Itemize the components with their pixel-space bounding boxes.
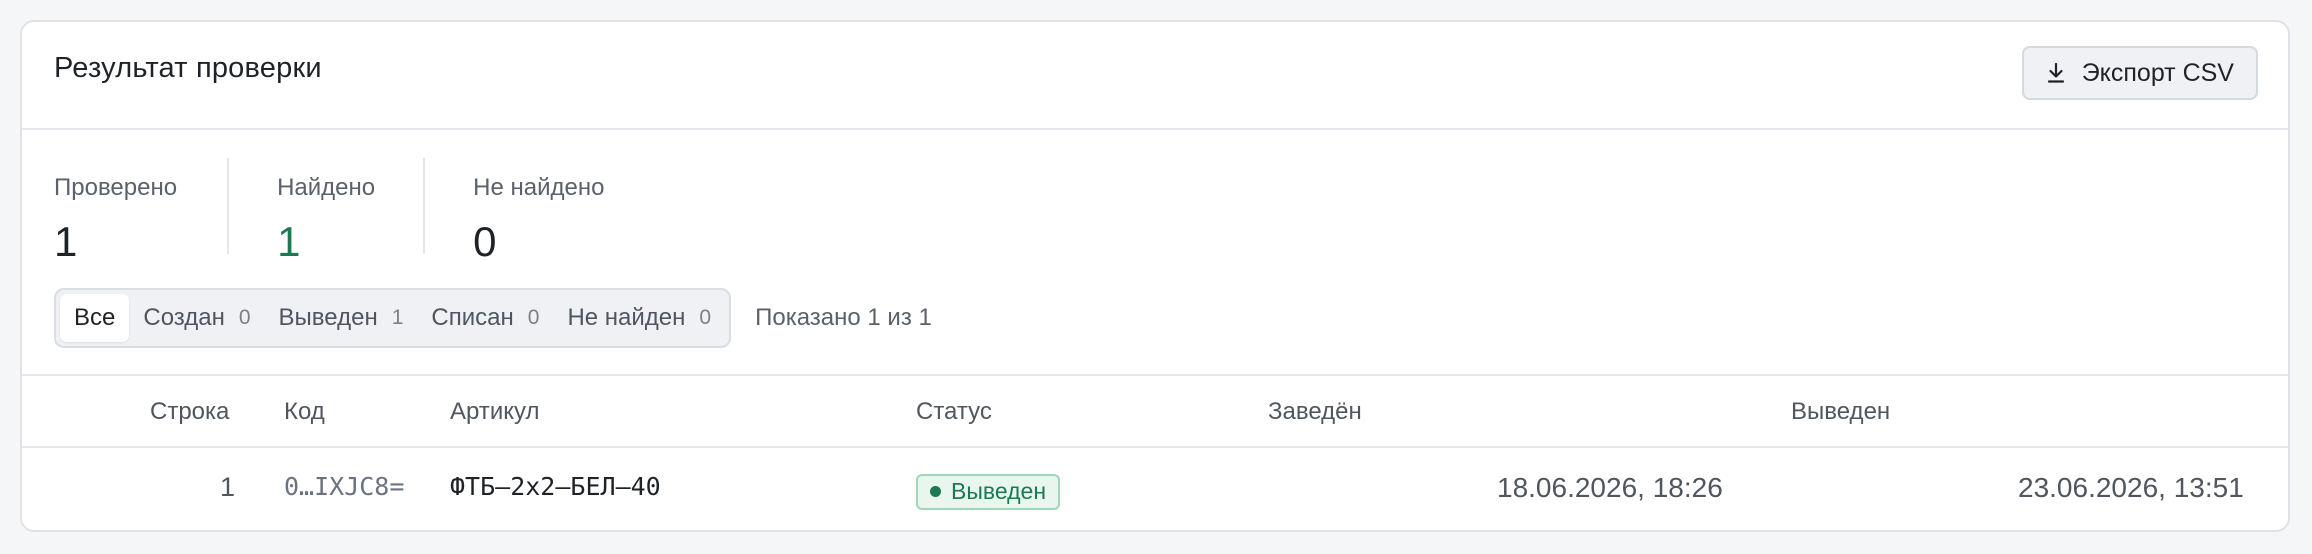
status-filter-segmented: Все Создан 0 Выведен 1 Списан 0 Не найде… — [54, 288, 732, 348]
filter-written-off-count: 0 — [527, 306, 540, 329]
stat-not-found-value: 0 — [473, 218, 497, 265]
filter-not-found-label: Не найден — [567, 304, 686, 331]
stat-checked-value: 1 — [54, 218, 78, 265]
column-header-line[interactable]: Строка — [150, 398, 229, 426]
filter-created-count: 0 — [238, 306, 251, 329]
cell-article: ФТБ–2х2–БЕЛ–40 — [450, 472, 661, 501]
stat-found-label: Найдено — [277, 174, 376, 201]
column-header-status[interactable]: Статус — [916, 398, 992, 426]
filter-withdrawn[interactable]: Выведен 1 — [265, 294, 418, 342]
filter-withdrawn-count: 1 — [391, 306, 404, 329]
column-header-withdrawn[interactable]: Выведен — [1791, 398, 1890, 426]
filter-created[interactable]: Создан 0 — [129, 294, 264, 342]
stat-checked-label: Проверено — [54, 174, 178, 201]
export-csv-label: Экспорт CSV — [2081, 58, 2234, 87]
filter-not-found[interactable]: Не найден 0 — [553, 294, 725, 342]
stat-found: Найдено 1 — [277, 158, 426, 265]
column-header-code[interactable]: Код — [284, 398, 325, 426]
card-header: Результат проверки Экспорт CSV — [22, 22, 2288, 130]
cell-line: 1 — [220, 472, 236, 502]
filter-all-label: Все — [74, 304, 116, 331]
filter-not-found-count: 0 — [699, 306, 712, 329]
stat-not-found-label: Не найдено — [473, 174, 605, 201]
status-badge-label: Выведен — [951, 478, 1047, 504]
filter-created-label: Создан — [143, 304, 225, 331]
export-csv-button[interactable]: Экспорт CSV — [2021, 46, 2258, 100]
stat-found-value: 1 — [277, 218, 301, 265]
filter-withdrawn-label: Выведен — [278, 304, 378, 331]
status-badge: Выведен — [916, 473, 1061, 510]
table-header: Строка Код Артикул Статус Заведён Выведе… — [22, 374, 2288, 448]
page-title: Результат проверки — [54, 52, 322, 84]
filter-written-off-label: Списан — [431, 304, 514, 331]
stat-checked: Проверено 1 — [54, 158, 230, 265]
results-card: Результат проверки Экспорт CSV Проверено… — [20, 20, 2290, 532]
cell-withdrawn: 23.06.2026, 13:51 — [2018, 472, 2244, 503]
cell-created: 18.06.2026, 18:26 — [1497, 472, 1723, 503]
stats-summary: Проверено 1 Найдено 1 Не найдено 0 — [54, 158, 700, 265]
shown-count-text: Показано 1 из 1 — [755, 304, 932, 331]
download-icon — [2046, 62, 2066, 84]
cell-status: Выведен — [916, 473, 1061, 510]
filter-all[interactable]: Все — [60, 294, 130, 342]
column-header-created[interactable]: Заведён — [1268, 398, 1362, 426]
status-dot-icon — [930, 486, 941, 497]
column-header-article[interactable]: Артикул — [450, 398, 539, 426]
filters-row: Все Создан 0 Выведен 1 Списан 0 Не найде… — [54, 288, 932, 348]
table-row[interactable]: 1 0…IXJC8= ФТБ–2х2–БЕЛ–40 Выведен 18.06.… — [22, 446, 2288, 530]
stat-not-found: Не найдено 0 — [473, 158, 652, 265]
cell-code: 0…IXJC8= — [284, 472, 405, 501]
filter-written-off[interactable]: Списан 0 — [417, 294, 553, 342]
